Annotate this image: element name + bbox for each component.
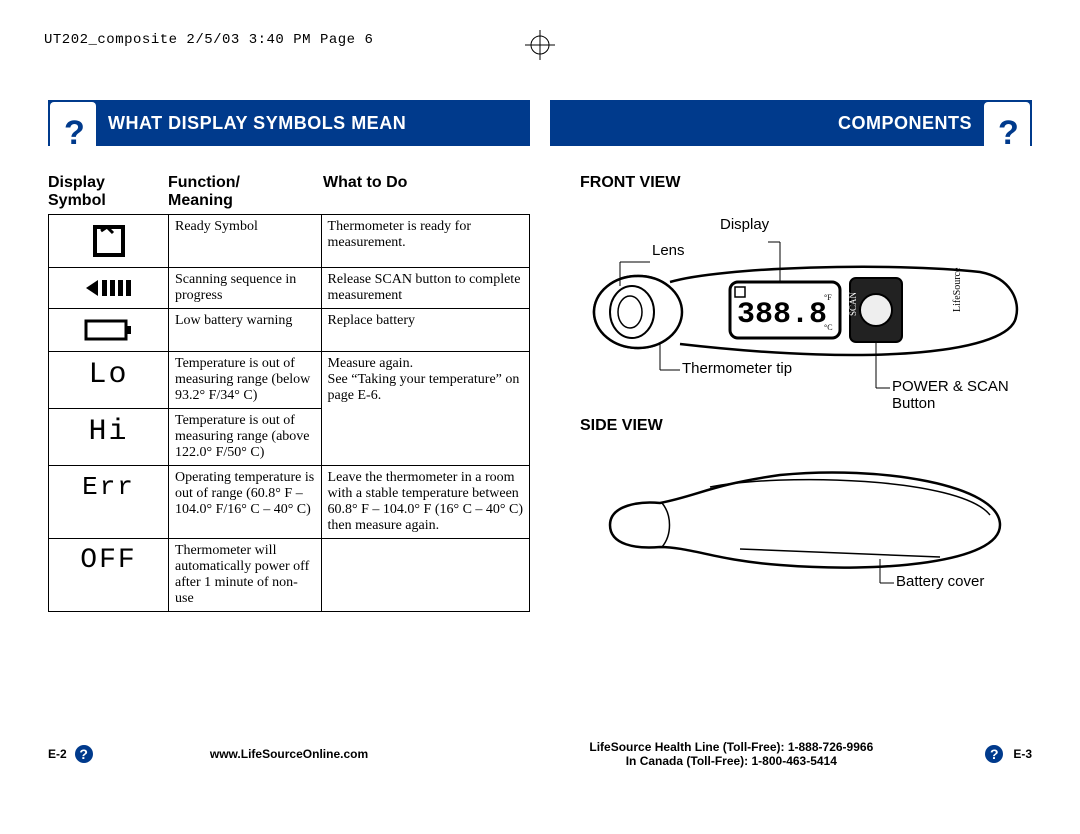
svg-text:?: ? xyxy=(998,114,1019,152)
question-mark-icon: ? xyxy=(50,102,96,162)
svg-text:°C: °C xyxy=(824,323,833,332)
svg-text:LifeSource: LifeSource xyxy=(952,267,963,312)
cell-function: Low battery warning xyxy=(169,309,322,352)
cell-action: Thermometer is ready for measurement. xyxy=(321,215,529,268)
display-label: Display xyxy=(720,216,769,233)
registration-mark-top xyxy=(525,30,555,65)
page-number-left: E-2 xyxy=(48,747,67,761)
title-text-right: COMPONENTS xyxy=(838,113,972,134)
hi-icon: Hi xyxy=(49,409,169,466)
question-circle-icon: ? xyxy=(985,745,1003,763)
cell-action: Release SCAN button to complete measurem… xyxy=(321,268,529,309)
scanning-icon xyxy=(49,268,169,309)
lo-icon: Lo xyxy=(49,352,169,409)
svg-text:?: ? xyxy=(64,114,85,152)
low-battery-icon xyxy=(49,309,169,352)
col-header-action: What to Do xyxy=(323,174,530,210)
cell-function: Ready Symbol xyxy=(169,215,322,268)
col-header-symbol: DisplaySymbol xyxy=(48,174,168,210)
health-line: LifeSource Health Line (Toll-Free): 1-88… xyxy=(481,740,981,754)
cell-function: Operating temperature is out of range (6… xyxy=(169,466,322,539)
table-row: Scanning sequence in progress Release SC… xyxy=(49,268,530,309)
canada-line: In Canada (Toll-Free): 1-800-463-5414 xyxy=(481,754,981,768)
err-icon: Err xyxy=(49,466,169,539)
page-number-right: E-3 xyxy=(1013,747,1032,761)
table-row: Err Operating temperature is out of rang… xyxy=(49,466,530,539)
table-row: Lo Temperature is out of measuring range… xyxy=(49,352,530,409)
side-view-diagram: Battery cover xyxy=(580,455,1028,600)
table-row: OFF Thermometer will automatically power… xyxy=(49,539,530,612)
lcd-readout: 388.8 xyxy=(737,298,827,332)
title-text-left: WHAT DISPLAY SYMBOLS MEAN xyxy=(108,113,406,134)
title-bar-left: ? WHAT DISPLAY SYMBOLS MEAN xyxy=(48,100,530,146)
question-mark-icon: ? xyxy=(984,102,1030,162)
cell-function: Temperature is out of measuring range (b… xyxy=(169,352,322,409)
page-left: ? WHAT DISPLAY SYMBOLS MEAN DisplaySymbo… xyxy=(48,100,530,612)
page-right: COMPONENTS ? FRONT VIEW 388.8 °F xyxy=(550,100,1032,612)
cell-function: Temperature is out of measuring range (a… xyxy=(169,409,322,466)
cell-function: Thermometer will automatically power off… xyxy=(169,539,322,612)
side-view-heading: SIDE VIEW xyxy=(580,417,1028,435)
table-row: Low battery warning Replace battery xyxy=(49,309,530,352)
cell-action: Replace battery xyxy=(321,309,529,352)
ready-icon xyxy=(49,215,169,268)
question-circle-icon: ? xyxy=(75,745,93,763)
page-footer: E-2 ? www.LifeSourceOnline.com LifeSourc… xyxy=(48,740,1032,768)
cell-action: Measure again. See “Taking your temperat… xyxy=(321,352,529,466)
col-header-function: Function/Meaning xyxy=(168,174,323,210)
lens-label: Lens xyxy=(652,242,685,259)
title-bar-right: COMPONENTS ? xyxy=(550,100,1032,146)
off-icon: OFF xyxy=(49,539,169,612)
cell-function: Scanning sequence in progress xyxy=(169,268,322,309)
footer-url: www.LifeSourceOnline.com xyxy=(97,747,482,761)
tip-label: Thermometer tip xyxy=(682,360,792,377)
symbols-table: Ready Symbol Thermometer is ready for me… xyxy=(48,214,530,612)
front-view-heading: FRONT VIEW xyxy=(580,174,1028,192)
svg-text:SCAN: SCAN xyxy=(848,291,858,316)
cell-action xyxy=(321,539,529,612)
table-row: Ready Symbol Thermometer is ready for me… xyxy=(49,215,530,268)
svg-text:°F: °F xyxy=(824,293,832,302)
front-view-diagram: 388.8 °F °C SCAN LifeSource xyxy=(580,212,1028,407)
scan-button-label: POWER & SCAN Button xyxy=(892,378,1028,412)
battery-cover-label: Battery cover xyxy=(896,573,984,590)
print-slug: UT202_composite 2/5/03 3:40 PM Page 6 xyxy=(44,32,373,48)
cell-action: Leave the thermometer in a room with a s… xyxy=(321,466,529,539)
